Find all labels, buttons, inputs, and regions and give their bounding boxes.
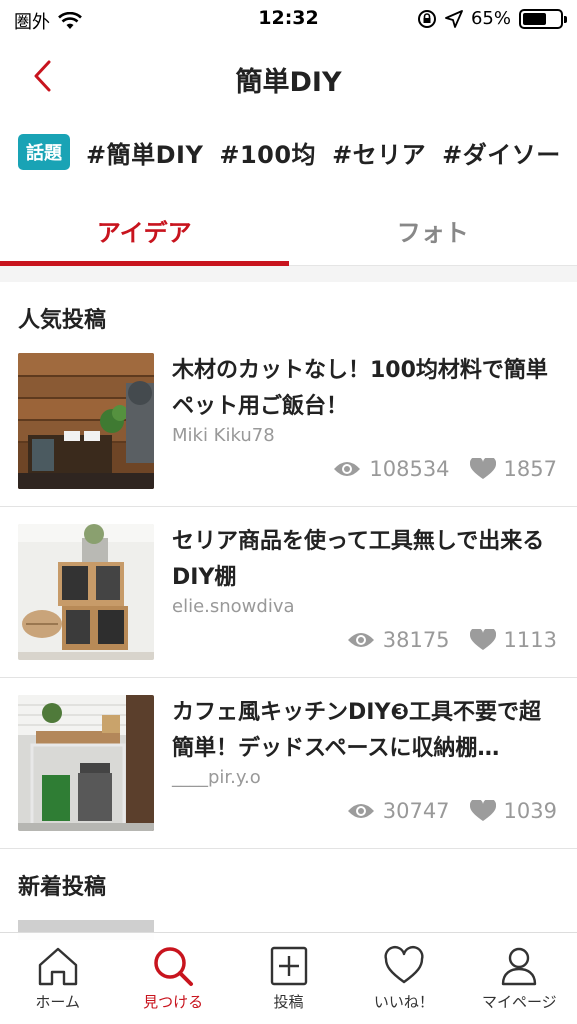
post-author[interactable]: Miki Kiku78: [172, 425, 275, 446]
divider: [0, 266, 577, 282]
like-count-value: 1113: [503, 628, 557, 652]
post-author[interactable]: elie.snowdiva: [172, 596, 295, 617]
heart-icon: [469, 629, 496, 650]
post-card[interactable]: 木材のカットなし！100均材料で簡単ペット用ご飯台！ Miki Kiku78 1…: [0, 337, 577, 507]
home-icon: [38, 947, 77, 986]
post-title[interactable]: セリア商品を使って工具無しで出来るDIY棚: [172, 524, 557, 596]
search-icon: [154, 947, 194, 986]
like-count: 1039: [469, 799, 557, 823]
eye-icon: [347, 804, 374, 818]
hashtag-link[interactable]: #簡単DIY: [86, 135, 203, 170]
back-button[interactable]: [22, 56, 62, 96]
view-count: 108534: [333, 457, 450, 481]
battery-icon: [519, 8, 567, 29]
rotation-lock-icon: [417, 9, 436, 28]
post-thumbnail[interactable]: [18, 524, 154, 660]
section-title-popular: 人気投稿: [18, 308, 107, 333]
post-card[interactable]: カフェ風キッチンDIY❸工具不要で超簡単！デッドスペースに収納棚… ____pi…: [0, 679, 577, 849]
tab-photos[interactable]: フォト: [289, 196, 577, 265]
person-icon: [502, 947, 537, 986]
post-thumbnail[interactable]: [18, 353, 154, 489]
nav-header: 簡単DIY: [0, 40, 577, 112]
nav-home-label: ホーム: [35, 993, 80, 1011]
hashtag-link[interactable]: #セリア: [332, 135, 426, 170]
hashtag-link[interactable]: #100均: [219, 135, 316, 170]
like-count: 1113: [469, 628, 557, 652]
eye-icon: [334, 462, 361, 476]
post-title[interactable]: カフェ風キッチンDIY❸工具不要で超簡単！デッドスペースに収納棚…: [172, 695, 557, 767]
tab-ideas[interactable]: アイデア: [0, 196, 289, 266]
plus-square-icon: [270, 946, 307, 986]
tab-bar: アイデア フォト: [0, 196, 577, 266]
hashtag-row[interactable]: 話題 #簡単DIY #100均 #セリア #ダイソー #: [18, 126, 577, 178]
post-stats: 38175 1113: [347, 628, 557, 652]
like-count-value: 1857: [503, 457, 557, 481]
view-count-value: 30747: [382, 799, 450, 823]
page-title: 簡単DIY: [235, 67, 342, 98]
nav-discover-label: 見つける: [143, 993, 204, 1011]
post-title[interactable]: 木材のカットなし！100均材料で簡単ペット用ご飯台！: [172, 353, 557, 425]
section-title-new: 新着投稿: [18, 875, 107, 900]
nav-likes[interactable]: いいね！: [346, 933, 461, 1024]
nav-mypage-label: マイページ: [481, 993, 557, 1011]
post-card[interactable]: セリア商品を使って工具無しで出来るDIY棚 elie.snowdiva 3817…: [0, 508, 577, 678]
chevron-left-icon: [34, 60, 51, 92]
like-count-value: 1039: [503, 799, 557, 823]
post-author[interactable]: ____pir.y.o: [172, 767, 261, 788]
view-count: 30747: [347, 799, 450, 823]
post-stats: 108534 1857: [333, 457, 557, 481]
view-count-value: 38175: [382, 628, 450, 652]
heart-icon: [469, 800, 496, 821]
topic-badge: 話題: [18, 134, 70, 170]
nav-home[interactable]: ホーム: [0, 933, 115, 1024]
battery-percent: 65%: [470, 8, 511, 29]
status-right: 65%: [417, 8, 567, 29]
nav-likes-label: いいね！: [373, 993, 434, 1011]
hashtag-link[interactable]: #ダイソー: [442, 135, 561, 170]
heart-icon: [469, 458, 496, 479]
post-thumbnail[interactable]: [18, 695, 154, 831]
view-count-value: 108534: [369, 457, 450, 481]
location-icon: [445, 9, 463, 28]
nav-discover[interactable]: 見つける: [115, 933, 230, 1024]
eye-icon: [347, 633, 374, 647]
post-stats: 30747 1039: [347, 799, 557, 823]
heart-icon: [384, 945, 424, 984]
like-count: 1857: [469, 457, 557, 481]
nav-mypage[interactable]: マイページ: [462, 933, 577, 1024]
view-count: 38175: [347, 628, 450, 652]
status-bar: 圏外 12:32 65%: [0, 0, 577, 40]
bottom-tab-bar: ホーム 見つける 投稿 いいね！ マイページ: [0, 932, 577, 1024]
nav-post[interactable]: 投稿: [231, 933, 346, 1024]
nav-post-label: 投稿: [273, 993, 304, 1011]
